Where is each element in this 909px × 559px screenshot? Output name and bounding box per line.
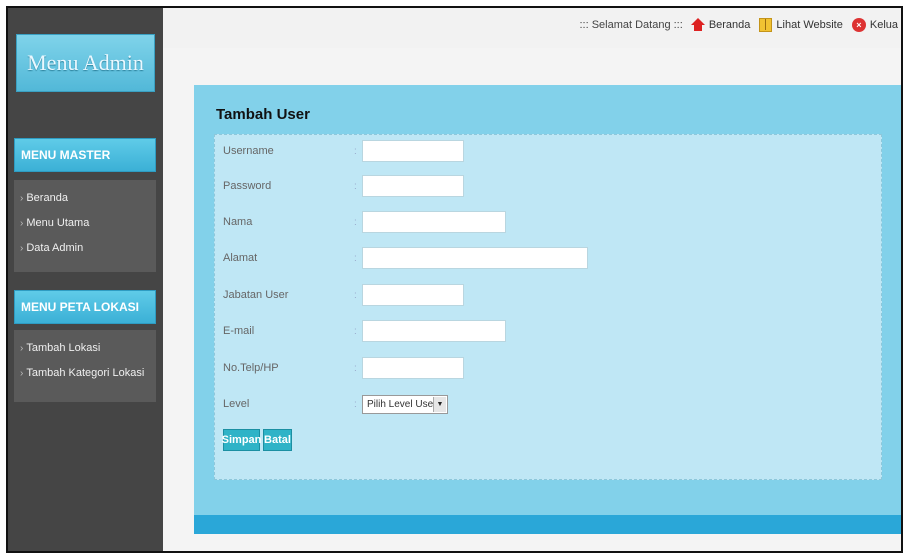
chevron-down-icon: ▼ — [433, 397, 446, 412]
form-row-alamat: Alamat : — [215, 247, 881, 271]
password-label: Password — [223, 180, 272, 192]
chevron-right-icon: › — [20, 243, 24, 254]
chevron-right-icon: › — [20, 343, 24, 354]
logout-link-label: Kelua — [869, 19, 898, 31]
sidebar-item-label: Tambah Lokasi — [26, 342, 101, 354]
sidebar-item-label: Beranda — [26, 192, 68, 204]
sidebar-item-tambah-kategori-lokasi[interactable]: › Tambah Kategori Lokasi — [14, 361, 156, 386]
chevron-right-icon: › — [20, 368, 24, 379]
level-select[interactable]: Pilih Level User ▼ — [362, 395, 448, 414]
chevron-right-icon: › — [20, 218, 24, 229]
separator: : — [354, 217, 357, 228]
email-field[interactable] — [362, 320, 506, 342]
page-title: Tambah User — [216, 106, 310, 123]
level-label: Level — [223, 398, 250, 410]
sidebar-item-label: Menu Utama — [26, 217, 90, 229]
sidebar-item-beranda[interactable]: › Beranda — [14, 186, 156, 211]
sidebar-item-label: Tambah Kategori Lokasi — [26, 367, 145, 379]
beranda-link-label: Beranda — [708, 19, 751, 31]
alamat-label: Alamat — [223, 252, 258, 264]
form-row-level: Level : Pilih Level User ▼ — [215, 393, 881, 417]
cancel-button[interactable]: Batal — [263, 429, 292, 451]
top-bar: ::: Selamat Datang ::: Beranda Lihat Web… — [163, 8, 901, 48]
sidebar: Menu Admin MENU MASTER › Beranda › Menu Ut… — [8, 8, 163, 551]
home-icon — [690, 18, 705, 32]
footer-bar — [194, 515, 901, 534]
form-row-nama: Nama : — [215, 211, 881, 235]
password-field[interactable] — [362, 175, 464, 197]
nama-field[interactable] — [362, 211, 506, 233]
lihat-website-link[interactable]: Lihat Website — [759, 18, 843, 32]
separator: : — [354, 326, 357, 337]
add-user-form: Username : Password : Nama : Alamat : Ja… — [214, 134, 882, 480]
sidebar-item-data-admin[interactable]: › Data Admin — [14, 236, 156, 261]
welcome-text: ::: Selamat Datang ::: — [579, 19, 683, 31]
separator: : — [354, 181, 357, 192]
chevron-right-icon: › — [20, 193, 24, 204]
lihat-website-link-label: Lihat Website — [776, 19, 843, 31]
top-links: ::: Selamat Datang ::: Beranda Lihat Web… — [579, 18, 901, 32]
app-window: Menu Admin MENU MASTER › Beranda › Menu Ut… — [6, 6, 903, 553]
separator: : — [354, 146, 357, 157]
sidebar-item-menu-utama[interactable]: › Menu Utama — [14, 211, 156, 236]
telp-label: No.Telp/HP — [223, 362, 279, 374]
nama-label: Nama — [223, 216, 253, 228]
exit-icon: × — [851, 18, 866, 32]
separator: : — [354, 253, 357, 264]
sidebar-item-tambah-lokasi[interactable]: › Tambah Lokasi — [14, 336, 156, 361]
beranda-link[interactable]: Beranda — [690, 18, 751, 32]
jabatan-field[interactable] — [362, 284, 464, 306]
logo: Menu Admin — [16, 34, 155, 92]
level-select-value: Pilih Level User — [367, 399, 437, 410]
username-label: Username — [223, 145, 274, 157]
form-row-username: Username : — [215, 140, 881, 164]
separator: : — [354, 363, 357, 374]
sidebar-item-label: Data Admin — [26, 242, 84, 254]
logout-link[interactable]: × Kelua — [851, 18, 898, 32]
save-button[interactable]: Simpan — [222, 429, 261, 451]
menu-master-list: › Beranda › Menu Utama › Data Admin — [14, 180, 156, 272]
form-row-telp: No.Telp/HP : — [215, 357, 881, 381]
form-row-jabatan: Jabatan User : — [215, 284, 881, 308]
form-actions: Simpan Batal — [215, 429, 881, 453]
jabatan-label: Jabatan User — [223, 289, 289, 301]
alamat-field[interactable] — [362, 247, 588, 269]
form-row-password: Password : — [215, 175, 881, 199]
menu-master-header: MENU MASTER — [14, 138, 156, 172]
menu-peta-lokasi-list: › Tambah Lokasi › Tambah Kategori Lokasi — [14, 330, 156, 402]
separator: : — [354, 290, 357, 301]
form-row-email: E-mail : — [215, 320, 881, 344]
book-icon — [759, 18, 773, 32]
username-field[interactable] — [362, 140, 464, 162]
menu-peta-lokasi-header: MENU PETA LOKASI — [14, 290, 156, 324]
separator: : — [354, 399, 357, 410]
email-label: E-mail — [223, 325, 255, 337]
telp-field[interactable] — [362, 357, 464, 379]
main-panel: Tambah User Username : Password : Nama :… — [194, 85, 901, 515]
